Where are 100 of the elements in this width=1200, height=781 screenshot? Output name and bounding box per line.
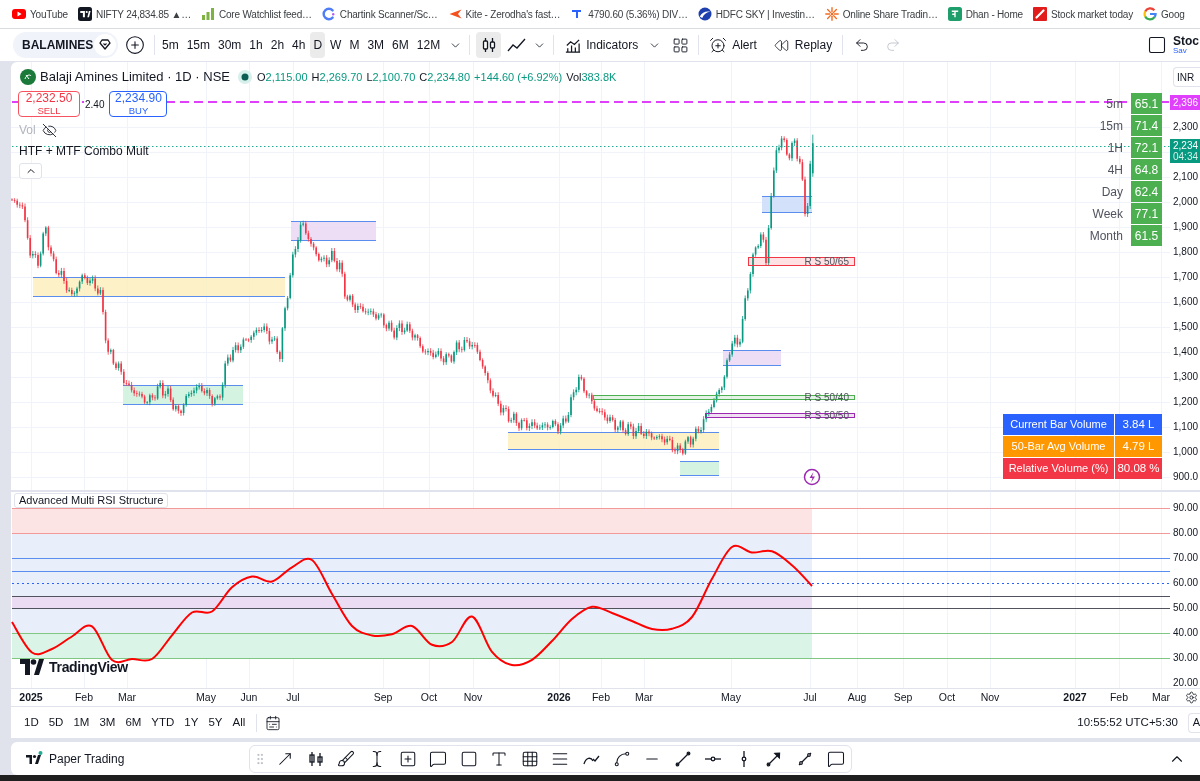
bookmark-link[interactable]: Online Share Tradin…: [824, 6, 938, 22]
price-axis-label: 1,400: [1173, 346, 1199, 358]
price-axis-label: 1,000: [1173, 446, 1199, 458]
chart-type-button[interactable]: [476, 32, 502, 58]
timeframe-tab[interactable]: 2h: [267, 32, 288, 58]
time-axis-label: Oct: [420, 691, 438, 704]
time-axis-label: Feb: [591, 691, 611, 704]
rsi-axis-label: 80.00: [1173, 527, 1199, 539]
square-plus-icon[interactable]: [398, 749, 417, 768]
timeframe-tab[interactable]: W: [327, 32, 345, 58]
timeframe-tab[interactable]: M: [346, 32, 363, 58]
square-icon[interactable]: [1147, 35, 1167, 55]
timeframe-tab[interactable]: 1h: [246, 32, 266, 58]
time-axis-label: Feb: [1109, 691, 1129, 704]
indicators-button[interactable]: Indicators: [564, 32, 639, 58]
plus-circle-icon[interactable]: [125, 35, 145, 55]
currency-button[interactable]: INR: [1173, 67, 1200, 87]
sell-button[interactable]: 2,232.50 SELL: [18, 91, 80, 117]
range-button[interactable]: 1M: [68, 711, 95, 734]
bookmark-link[interactable]: HDFC SKY | Investin…: [697, 6, 815, 22]
bookmark-link[interactable]: 4790.60 (5.36%) DIV…: [570, 6, 688, 22]
logo-icon: [20, 659, 44, 675]
range-button[interactable]: 1D: [19, 711, 44, 734]
range-button[interactable]: 1Y: [179, 711, 204, 734]
settings-icon[interactable]: [1185, 691, 1198, 704]
timeframe-tab[interactable]: 6M: [389, 32, 412, 58]
bookmark-link[interactable]: Core Watchlist feed…: [200, 6, 312, 22]
logo-icon: [77, 7, 92, 21]
calendar-icon[interactable]: [265, 714, 282, 731]
price-axis-label: 2,100: [1173, 171, 1199, 183]
scale-button[interactable]: A: [1188, 712, 1200, 733]
time-axis-label: Nov: [463, 691, 483, 704]
volume-value: Vol383.8K: [566, 69, 617, 85]
logo-icon: [25, 750, 43, 767]
range-button[interactable]: 6M: [120, 711, 147, 734]
range-button[interactable]: YTD: [146, 711, 180, 734]
time-axis-label: Mar: [1151, 691, 1171, 704]
price-axis-label: 1,700: [1173, 271, 1199, 283]
timeframe-label: Week: [1092, 205, 1124, 223]
bookmark-link[interactable]: Goog: [1143, 6, 1185, 22]
rsi-value-cell: 77.1: [1131, 203, 1162, 224]
logo-text: TradingView: [49, 660, 128, 674]
timeframe-label: Month: [1089, 227, 1124, 245]
timezone-button[interactable]: 10:55:52 UTC+5:30: [1077, 713, 1178, 732]
sunburst-icon: [824, 7, 839, 21]
timeframe-tab[interactable]: 15m: [183, 32, 213, 58]
play-icon: [12, 7, 26, 21]
alert-price-label: 2,396: [1170, 95, 1200, 110]
table-cell: Relative Volume (%): [1003, 458, 1114, 479]
price-zone: [723, 350, 781, 366]
brush-icon[interactable]: [337, 749, 356, 768]
price-axis-label: 1,300: [1173, 371, 1199, 383]
undo-icon[interactable]: [854, 37, 871, 53]
swirl-icon: [697, 7, 712, 21]
rewind-icon: [773, 37, 789, 53]
price-zone: [680, 461, 719, 476]
bookmark-link[interactable]: Dhan - Home: [947, 6, 1023, 22]
layout-title-button[interactable]: Stoc Sav: [1173, 35, 1200, 55]
bookmark-link[interactable]: Stock market today: [1033, 6, 1133, 22]
range-button[interactable]: 5D: [43, 711, 69, 734]
level-label: R S 50/65: [804, 256, 849, 267]
alert-button[interactable]: Alert: [709, 32, 757, 58]
timeframe-tab[interactable]: 5m: [159, 32, 182, 58]
bookmark-link[interactable]: Kite - Zerodha's fast…: [447, 6, 561, 22]
diagonal-line-icon[interactable]: [673, 749, 692, 768]
timeframe-tab[interactable]: D: [310, 32, 326, 58]
speech-bubble-icon[interactable]: [429, 749, 448, 768]
timeframe-label: 1H: [1107, 139, 1124, 157]
timeframe-tab[interactable]: 3M: [364, 32, 388, 58]
bar-chart-icon: [200, 7, 215, 21]
text-icon[interactable]: [490, 749, 509, 768]
bookmark-link[interactable]: YouTube: [12, 6, 68, 22]
spread-value: 2.40: [84, 98, 106, 110]
rectangle-icon[interactable]: [459, 749, 478, 768]
grid-icon[interactable]: [520, 749, 539, 768]
candlestick-icon[interactable]: [306, 749, 325, 768]
alarm-plus-icon: [709, 36, 728, 54]
symbol-button[interactable]: BALAMINES: [13, 32, 118, 58]
timeframe-tab[interactable]: 4h: [289, 32, 309, 58]
time-axis-label: May: [196, 691, 216, 704]
timeframe-tab[interactable]: 12M: [413, 32, 444, 58]
spline-icon[interactable]: [612, 749, 631, 768]
panel-tab[interactable]: Paper Trading: [25, 749, 125, 768]
range-button[interactable]: 3M: [94, 711, 121, 734]
buy-button[interactable]: 2,234.90 BUY: [109, 91, 168, 117]
eye-off-icon[interactable]: [41, 122, 57, 138]
replay-button[interactable]: Replay: [773, 32, 833, 58]
range-button[interactable]: All: [227, 711, 251, 734]
rsi-axis-label: 90.00: [1173, 502, 1199, 514]
range-button[interactable]: 5Y: [203, 711, 228, 734]
collapse-button[interactable]: [19, 163, 42, 179]
rsi-value-cell: 72.1: [1131, 137, 1162, 158]
bookmark-link[interactable]: NIFTY 24,834.85 ▲…: [77, 6, 191, 22]
bookmark-link[interactable]: Chartink Scanner/Sc…: [321, 6, 438, 22]
timeframe-tab[interactable]: 30m: [215, 32, 245, 58]
lightning-icon[interactable]: [803, 468, 821, 486]
ohlc-value: H2,269.70: [311, 69, 363, 85]
price-axis-label: 2,000: [1173, 196, 1199, 208]
speech-bubble-icon[interactable]: [826, 749, 845, 768]
study-name: Vol: [19, 122, 36, 139]
